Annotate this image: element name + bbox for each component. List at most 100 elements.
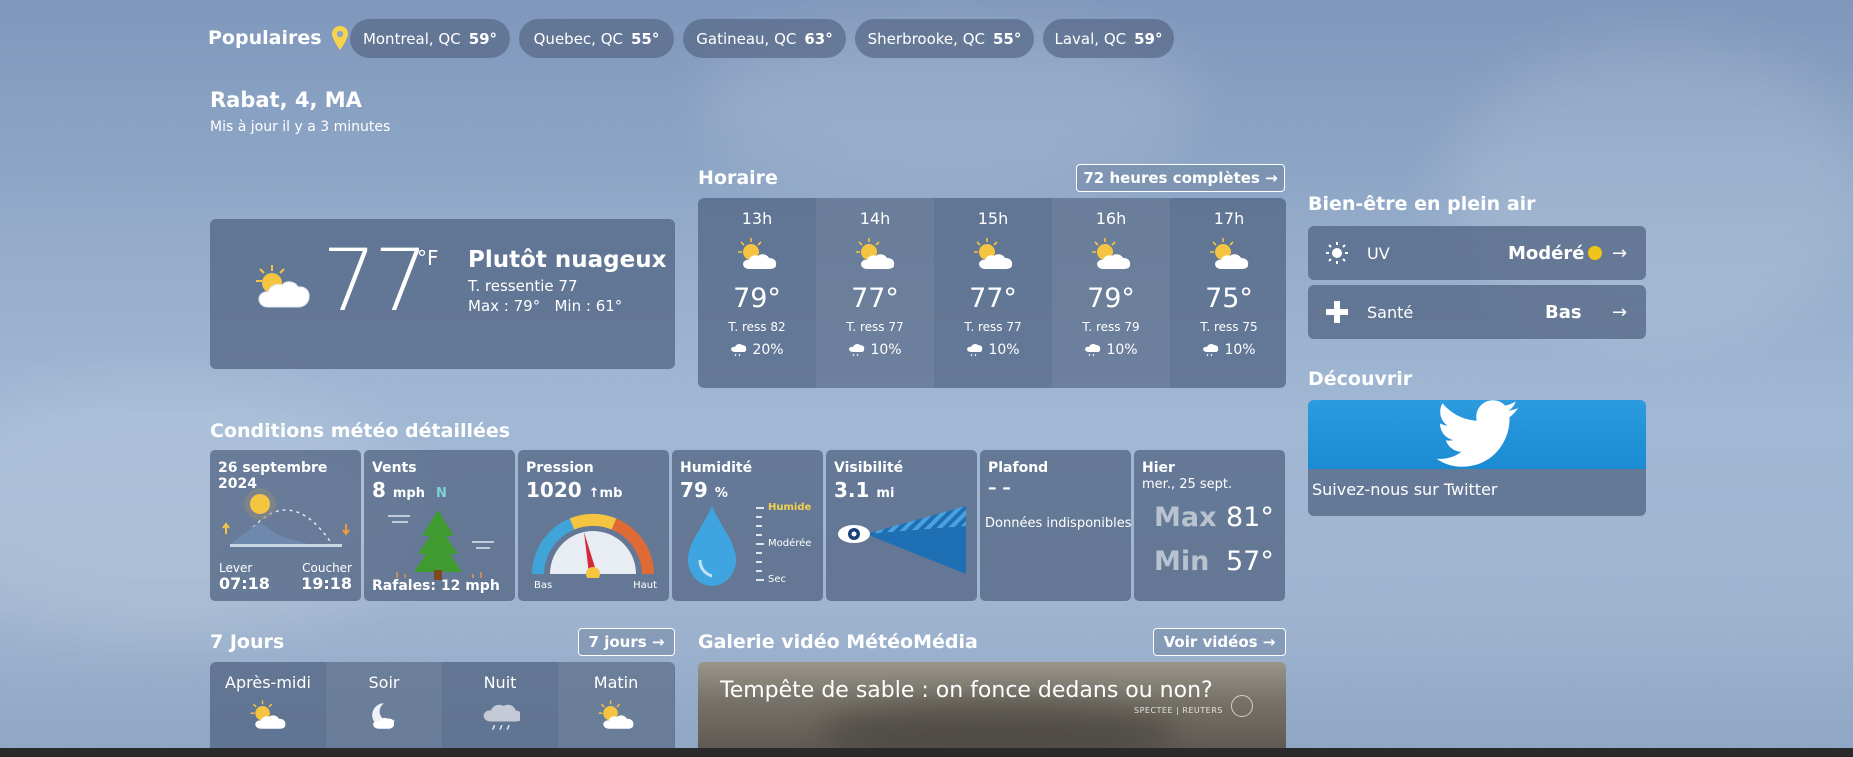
current-conditions-panel: 77 °F Plutôt nuageux T. ressentie 77 Max… bbox=[210, 219, 675, 369]
pressure-high: Haut bbox=[633, 580, 657, 591]
period-column: Matin bbox=[558, 662, 674, 755]
yesterday-card: Hier mer., 25 sept. Max 81° Min 57° bbox=[1134, 450, 1285, 601]
partly-cloudy-icon bbox=[974, 238, 1013, 269]
seven-days-button[interactable]: 7 jours → bbox=[578, 628, 675, 656]
humidity-label: Humidité bbox=[680, 460, 753, 476]
hour-pop: 10% bbox=[1170, 342, 1286, 358]
uv-label: UV bbox=[1367, 243, 1390, 263]
pressure-card: Pression 1020 ↑mb Bas Haut bbox=[518, 450, 669, 601]
feels-like: T. ressentie 77 bbox=[468, 277, 578, 295]
city-temp: 59° bbox=[468, 29, 498, 48]
rain-cloud-icon bbox=[1203, 343, 1219, 357]
current-temp: 77 bbox=[322, 231, 428, 331]
hour-pop-value: 10% bbox=[870, 342, 902, 358]
sun-card: 26 septembre 2024 Lever 07:18 Coucher 19… bbox=[210, 450, 361, 601]
humidity-card: Humidité 79 % Humide Modérée Sec bbox=[672, 450, 823, 601]
humidity-scale-icon bbox=[756, 507, 764, 581]
pressure-value: 1020 bbox=[526, 478, 582, 502]
humidity-scale-high: Humide bbox=[768, 502, 812, 513]
ceiling-note: Données indisponibles bbox=[985, 516, 1132, 531]
visibility-card: Visibilité 3.1 mi bbox=[826, 450, 977, 601]
ceiling-label: Plafond bbox=[988, 460, 1049, 476]
visibility-value: 3.1 bbox=[834, 478, 870, 502]
period-column: Nuit bbox=[442, 662, 558, 755]
gallery-title: Galerie vidéo MétéoMédia bbox=[698, 631, 978, 653]
partly-cloudy-icon bbox=[738, 238, 777, 269]
hour-pop: 10% bbox=[816, 342, 934, 358]
updated-text: Mis à jour il y a 3 minutes bbox=[210, 119, 391, 135]
hour-temp: 77° bbox=[969, 283, 1017, 314]
arrow-right-icon: → bbox=[1612, 242, 1628, 264]
rain-cloud-icon bbox=[731, 343, 747, 357]
city-name: Montreal, QC bbox=[362, 29, 461, 48]
video-title: Tempête de sable : on fonce dedans ou no… bbox=[720, 678, 1213, 703]
arrow-right-icon: → bbox=[1612, 301, 1628, 323]
hour-temp: 79° bbox=[733, 283, 781, 314]
cloud-rain-icon bbox=[483, 704, 522, 730]
hour-pop: 20% bbox=[698, 342, 816, 358]
hour-pop-value: 10% bbox=[1224, 342, 1256, 358]
pressure-low: Bas bbox=[534, 580, 553, 591]
hour-time: 14h bbox=[859, 209, 891, 228]
hourly-panel: 13h 79° T. ress 82 20% 14h 77° T. ress 7… bbox=[698, 198, 1286, 388]
health-label: Santé bbox=[1367, 302, 1414, 322]
popular-city-sherbrooke[interactable]: Sherbrooke, QC 55° bbox=[855, 19, 1034, 58]
period-column: Après-midi bbox=[210, 662, 326, 755]
sunset-label: Coucher bbox=[302, 561, 352, 575]
hour-feels: T. ress 82 bbox=[728, 320, 786, 334]
hour-column: 15h 77° T. ress 77 10% bbox=[934, 198, 1052, 388]
temp-unit: °F bbox=[417, 246, 439, 270]
humidity-unit: % bbox=[714, 486, 728, 501]
wind-unit: mph bbox=[392, 486, 425, 501]
hour-feels: T. ress 77 bbox=[964, 320, 1022, 334]
hour-column: 13h 79° T. ress 82 20% bbox=[698, 198, 816, 388]
water-drop-icon bbox=[688, 506, 736, 586]
city-name: Sherbrooke, QC bbox=[867, 29, 985, 48]
twitter-caption: Suivez-nous sur Twitter bbox=[1312, 480, 1498, 499]
ceiling-card: Plafond – – Données indisponibles bbox=[980, 450, 1132, 601]
popular-label: Populaires bbox=[208, 27, 322, 49]
twitter-card[interactable]: Suivez-nous sur Twitter bbox=[1308, 400, 1646, 516]
ceiling-value: – – bbox=[988, 478, 1011, 498]
sun-icon bbox=[1326, 242, 1348, 264]
health-value: Bas bbox=[1545, 301, 1582, 323]
wellness-health-row[interactable]: Santé Bas → bbox=[1308, 285, 1646, 339]
seven-days-panel: Après-midi Soir Nuit Matin bbox=[210, 662, 675, 755]
popular-city-gatineau[interactable]: Gatineau, QC 63° bbox=[683, 19, 846, 58]
video-thumbnail[interactable]: Tempête de sable : on fonce dedans ou no… bbox=[698, 662, 1286, 757]
gallery-videos-button[interactable]: Voir vidéos → bbox=[1153, 628, 1286, 656]
wind-value-row: 8 mph N bbox=[372, 478, 447, 502]
sunrise-time: 07:18 bbox=[219, 574, 270, 593]
wind-gusts: Rafales: 12 mph bbox=[372, 578, 500, 594]
hour-temp: 77° bbox=[851, 283, 899, 314]
humidity-scale-mid: Modérée bbox=[768, 538, 812, 549]
hour-pop-value: 10% bbox=[1106, 342, 1138, 358]
video-credit: SPECTEE | REUTERS bbox=[1134, 706, 1223, 715]
yesterday-min-label: Min bbox=[1154, 546, 1210, 577]
hour-temp: 79° bbox=[1087, 283, 1135, 314]
night-cloudy-icon bbox=[372, 703, 395, 729]
hour-time: 17h bbox=[1213, 209, 1245, 228]
pressure-value-row: 1020 ↑mb bbox=[526, 478, 622, 502]
popular-city-montreal[interactable]: Montreal, QC 59° bbox=[350, 19, 510, 58]
hourly-72h-button[interactable]: 72 heures complètes → bbox=[1076, 164, 1285, 192]
popular-city-quebec[interactable]: Quebec, QC 55° bbox=[519, 19, 674, 58]
uv-level-dot bbox=[1588, 246, 1602, 260]
humidity-scale-low: Sec bbox=[768, 574, 786, 585]
humidity-value-row: 79 % bbox=[680, 478, 728, 502]
period-label: Matin bbox=[593, 673, 639, 692]
hour-column: 14h 77° T. ress 77 10% bbox=[816, 198, 934, 388]
uv-value: Modéré bbox=[1508, 242, 1585, 264]
wind-value: 8 bbox=[372, 478, 386, 502]
sunrise-label: Lever bbox=[219, 561, 253, 575]
popular-city-laval[interactable]: Laval, QC 59° bbox=[1043, 19, 1174, 58]
hour-pop: 10% bbox=[934, 342, 1052, 358]
partly-cloudy-icon bbox=[1092, 238, 1131, 269]
hour-feels: T. ress 77 bbox=[846, 320, 904, 334]
wind-direction: N bbox=[435, 486, 447, 501]
partly-cloudy-icon bbox=[856, 238, 895, 269]
wellness-uv-row[interactable]: UV Modéré → bbox=[1308, 226, 1646, 280]
pressure-unit: ↑mb bbox=[588, 486, 623, 501]
discover-title: Découvrir bbox=[1308, 368, 1413, 390]
max-min: Max : 79° Min : 61° bbox=[468, 297, 623, 315]
